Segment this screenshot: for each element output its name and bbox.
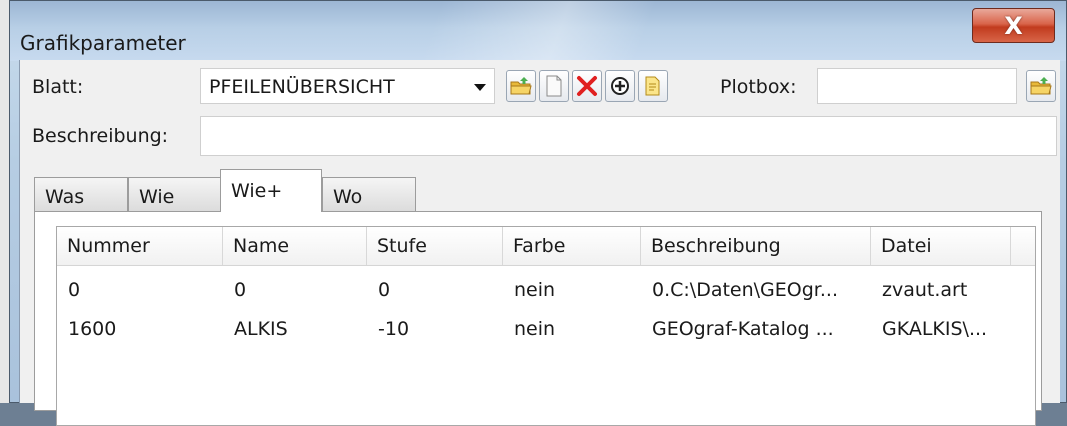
tab-wo[interactable]: Wo	[322, 177, 416, 211]
cell-name: 0	[234, 279, 247, 301]
delete-icon	[577, 76, 597, 96]
close-button[interactable]: X	[972, 8, 1055, 43]
cell-stufe: -10	[378, 318, 410, 340]
cell-name: ALKIS	[234, 318, 288, 340]
column-header-stufe[interactable]: Stufe	[367, 227, 503, 265]
open-folder-icon	[510, 77, 532, 95]
window-title: Grafikparameter	[20, 31, 186, 55]
dialog-client-area: Blatt: PFEILENÜBERSICHT Plotbox: Beschre…	[19, 60, 1060, 426]
data-table: Nummer Name Stufe Farbe Beschreibung Dat…	[56, 226, 1036, 426]
copy-page-icon	[645, 76, 660, 96]
new-page-button[interactable]	[539, 70, 569, 102]
open-folder-icon	[1030, 77, 1052, 95]
open-folder-button[interactable]	[506, 70, 536, 102]
title-bar[interactable]: Grafikparameter X	[10, 1, 1066, 61]
cell-stufe: 0	[378, 279, 391, 301]
cell-datei: GKALKIS\...	[882, 318, 988, 340]
beschreibung-label: Beschreibung:	[32, 125, 169, 147]
table-header: Nummer Name Stufe Farbe Beschreibung Dat…	[57, 227, 1035, 266]
cell-nummer: 0	[68, 279, 81, 301]
column-header-name[interactable]: Name	[223, 227, 367, 265]
background-window-edge	[0, 0, 9, 403]
cell-farbe: nein	[514, 318, 556, 340]
delete-button[interactable]	[572, 70, 602, 102]
plotbox-input[interactable]	[817, 68, 1017, 104]
blatt-dropdown-value: PFEILENÜBERSICHT	[209, 76, 395, 98]
cell-datei: zvaut.art	[882, 279, 968, 301]
column-header-nummer[interactable]: Nummer	[57, 227, 223, 265]
add-circle-button[interactable]	[605, 70, 635, 102]
plotbox-label: Plotbox:	[720, 76, 797, 98]
plotbox-open-folder-button[interactable]	[1026, 70, 1056, 102]
blatt-label: Blatt:	[32, 76, 84, 98]
cell-beschreibung: 0.C:\Daten\GEOgr...	[652, 279, 838, 301]
cell-beschreibung: GEOgraf-Katalog ...	[652, 318, 834, 340]
close-icon: X	[1004, 11, 1023, 40]
new-page-icon	[546, 75, 562, 97]
cell-nummer: 1600	[68, 318, 117, 340]
beschreibung-input[interactable]	[200, 116, 1057, 156]
cell-farbe: nein	[514, 279, 556, 301]
add-circle-icon	[611, 77, 629, 95]
blatt-dropdown[interactable]: PFEILENÜBERSICHT	[200, 68, 495, 104]
dropdown-arrow-icon[interactable]	[474, 84, 486, 91]
column-header-farbe[interactable]: Farbe	[503, 227, 641, 265]
tab-panel: Nummer Name Stufe Farbe Beschreibung Dat…	[34, 211, 1042, 426]
copy-page-button[interactable]	[638, 70, 668, 102]
tab-wie[interactable]: Wie	[128, 177, 222, 211]
column-header-beschreibung[interactable]: Beschreibung	[641, 227, 871, 265]
tab-control: Was Wie Wie+ Wo Nummer Name Stufe Farbe …	[34, 169, 1044, 426]
column-header-datei[interactable]: Datei	[871, 227, 1011, 265]
tab-was[interactable]: Was	[34, 177, 128, 211]
tab-wie-plus[interactable]: Wie+	[220, 169, 322, 212]
